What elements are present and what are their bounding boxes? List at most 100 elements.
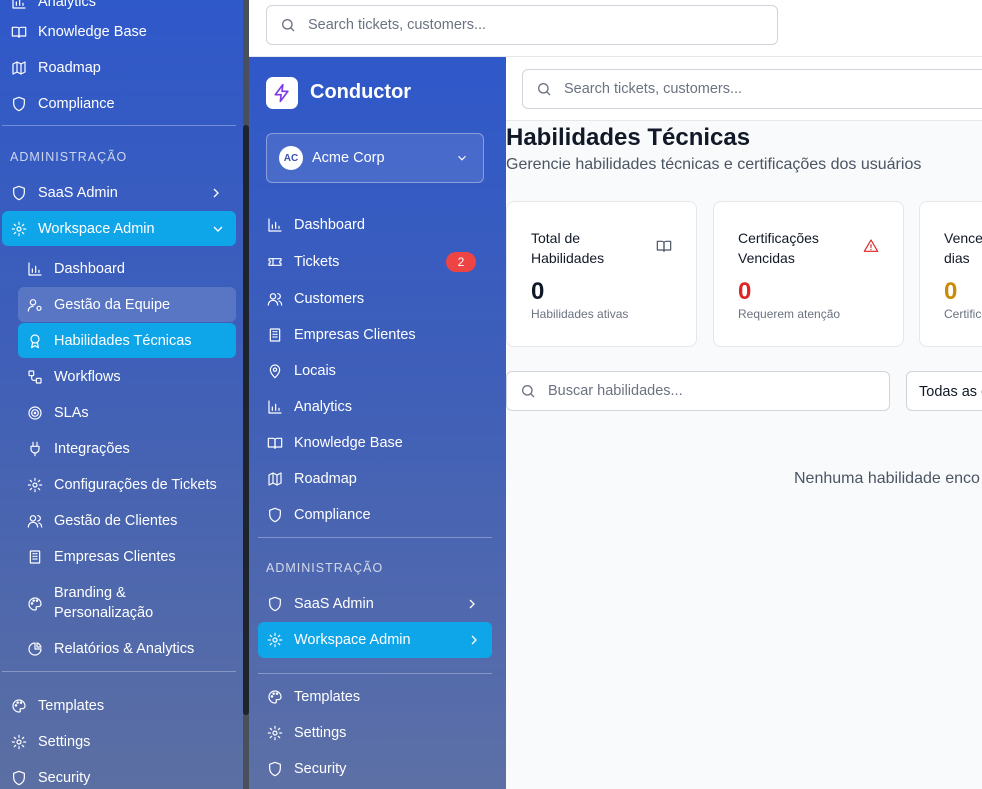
chevron-right-icon — [464, 596, 480, 612]
plug-icon — [26, 440, 44, 458]
outer-nav-compliance[interactable]: Compliance — [10, 88, 115, 120]
nav-saas-admin[interactable]: SaaS Admin — [266, 588, 490, 620]
building-icon — [266, 326, 284, 344]
org-avatar: AC — [279, 146, 303, 170]
outer-search-input[interactable]: Search tickets, customers... — [266, 5, 778, 45]
nav-compliance[interactable]: Compliance — [266, 499, 371, 531]
map-icon — [266, 470, 284, 488]
nav-security[interactable]: Security — [266, 753, 346, 785]
logo — [266, 77, 298, 109]
divider — [258, 673, 492, 674]
nav-tickets[interactable]: Tickets 2 — [266, 246, 484, 278]
nav-label: Security — [294, 761, 347, 777]
nav-label: Compliance — [38, 96, 115, 112]
shield-icon — [266, 595, 284, 613]
outer-topbar: Search tickets, customers... — [249, 0, 982, 57]
outer-sub-slas[interactable]: SLAs — [26, 397, 89, 429]
outer-sub-integracoes[interactable]: Integrações — [26, 433, 130, 465]
outer-nav-knowledge-base[interactable]: Knowledge Base — [10, 16, 147, 48]
outer-nav-security[interactable]: Security — [10, 762, 90, 789]
nav-label: Locais — [294, 363, 336, 379]
outer-sub-empresas[interactable]: Empresas Clientes — [26, 541, 176, 573]
main-search-input[interactable]: Search tickets, customers... — [522, 69, 982, 109]
shield-icon — [10, 184, 28, 202]
nav-empresas-clientes[interactable]: Empresas Clientes — [266, 319, 416, 351]
nav-label: Workflows — [54, 369, 121, 385]
nav-label: Configurações de Tickets — [54, 477, 217, 493]
nav-locais[interactable]: Locais — [266, 355, 336, 387]
org-name: Acme Corp — [312, 150, 385, 166]
chevron-down-icon — [455, 151, 469, 165]
stat-value: 0 — [738, 278, 752, 305]
shield-icon — [10, 95, 28, 113]
bar-chart-icon — [266, 398, 284, 416]
stat-desc: Certific — [944, 307, 982, 321]
page-title: Habilidades Técnicas — [506, 124, 751, 151]
outer-sub-config-tickets[interactable]: Configurações de Tickets — [26, 469, 217, 501]
bar-chart-icon — [10, 0, 28, 11]
map-pin-icon — [266, 362, 284, 380]
search-placeholder: Buscar habilidades... — [548, 383, 683, 399]
book-icon — [10, 23, 28, 41]
nav-label: Empresas Clientes — [54, 549, 176, 565]
nav-label: Knowledge Base — [38, 24, 147, 40]
nav-dashboard[interactable]: Dashboard — [266, 209, 365, 241]
outer-nav-roadmap[interactable]: Roadmap — [10, 52, 101, 84]
nav-label: Knowledge Base — [294, 435, 403, 451]
outer-sub-workflows[interactable]: Workflows — [26, 361, 121, 393]
outer-sub-gestao-clientes[interactable]: Gestão de Clientes — [26, 505, 177, 537]
nav-customers[interactable]: Customers — [266, 283, 364, 315]
page-subtitle: Gerencie habilidades técnicas e certific… — [506, 156, 922, 173]
nav-label: Habilidades Técnicas — [54, 332, 192, 349]
outer-sub-relatorios[interactable]: Relatórios & Analytics — [26, 633, 194, 665]
stat-label: Vence dias — [944, 230, 982, 266]
org-selector[interactable]: AC Acme Corp — [266, 133, 484, 183]
palette-icon — [10, 697, 28, 715]
outer-nav-saas-admin[interactable]: SaaS Admin — [10, 177, 234, 209]
category-filter-select[interactable]: Todas as c — [906, 371, 982, 411]
stat-card-total: Total de Habilidades 0 Habilidades ativa… — [506, 201, 697, 347]
nav-roadmap[interactable]: Roadmap — [266, 463, 357, 495]
main-topbar: Search tickets, customers... — [506, 57, 982, 121]
stat-card-expiring: Vence dias 0 Certific — [919, 201, 982, 347]
outer-nav-workspace-admin[interactable]: Workspace Admin — [2, 211, 236, 246]
book-icon — [656, 238, 672, 254]
nav-label: Roadmap — [294, 471, 357, 487]
nav-label: Empresas Clientes — [294, 327, 416, 343]
nav-label: Gestão da Equipe — [54, 296, 171, 313]
nav-label: Gestão de Clientes — [54, 513, 178, 529]
tickets-count-badge: 2 — [446, 252, 476, 272]
nav-workspace-admin[interactable]: Workspace Admin — [258, 622, 492, 658]
gear-icon — [10, 220, 28, 238]
nav-label: Dashboard — [54, 261, 125, 277]
nav-settings[interactable]: Settings — [266, 717, 346, 749]
nav-analytics[interactable]: Analytics — [266, 391, 352, 423]
nav-knowledge-base[interactable]: Knowledge Base — [266, 427, 403, 459]
divider — [2, 125, 236, 126]
outer-sub-gestao-equipe[interactable]: Gestão da Equipe — [18, 287, 236, 322]
skills-search-input[interactable]: Buscar habilidades... — [506, 371, 890, 411]
map-icon — [10, 59, 28, 77]
stat-desc: Habilidades ativas — [531, 307, 629, 321]
nav-label: Compliance — [294, 507, 371, 523]
nav-label: Security — [38, 770, 91, 786]
chevron-right-icon — [466, 632, 482, 648]
nav-templates[interactable]: Templates — [266, 681, 360, 713]
stat-value: 0 — [531, 278, 545, 305]
search-icon — [520, 383, 536, 399]
chevron-right-icon — [208, 185, 224, 201]
outer-nav-templates[interactable]: Templates — [10, 690, 104, 722]
palette-icon — [26, 595, 44, 613]
nav-label: SaaS Admin — [294, 596, 374, 612]
nav-label: Templates — [294, 689, 361, 705]
stat-value: 0 — [944, 278, 958, 305]
gear-icon — [10, 733, 28, 751]
search-icon — [280, 17, 296, 33]
outer-sub-branding[interactable]: Branding & Personalização — [26, 583, 184, 623]
book-icon — [266, 434, 284, 452]
outer-sub-habilidades[interactable]: Habilidades Técnicas — [18, 323, 236, 358]
outer-nav-settings[interactable]: Settings — [10, 726, 90, 758]
search-placeholder: Search tickets, customers... — [564, 81, 743, 97]
outer-sub-dashboard[interactable]: Dashboard — [26, 253, 125, 285]
divider — [2, 671, 236, 672]
